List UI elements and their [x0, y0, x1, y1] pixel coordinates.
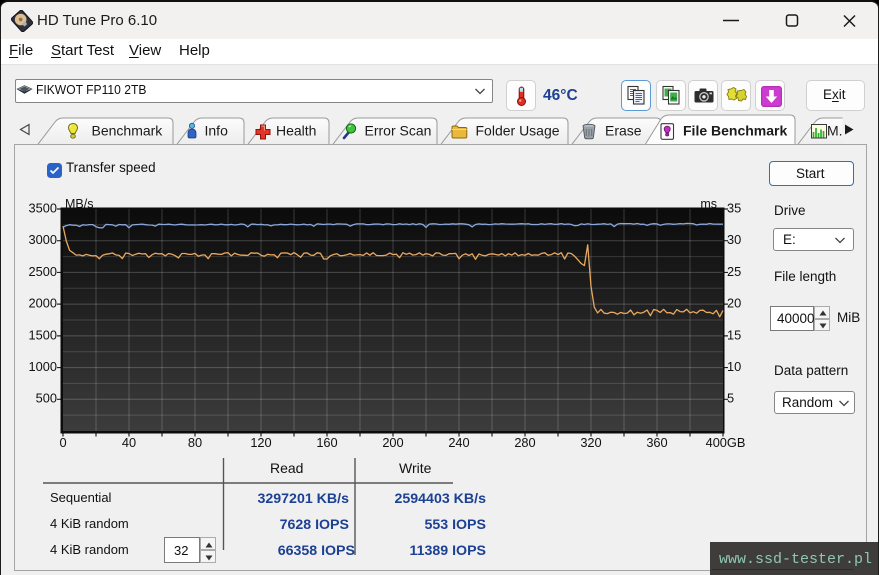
svg-text:Benchmark: Benchmark [92, 123, 164, 139]
svg-text:Info: Info [205, 123, 229, 139]
svg-text:File Benchmark: File Benchmark [683, 123, 787, 139]
svg-text:Folder Usage: Folder Usage [476, 123, 560, 139]
svg-text:Error Scan: Error Scan [365, 123, 432, 139]
svg-text:Erase: Erase [605, 123, 642, 139]
svg-text:Health: Health [276, 123, 316, 139]
